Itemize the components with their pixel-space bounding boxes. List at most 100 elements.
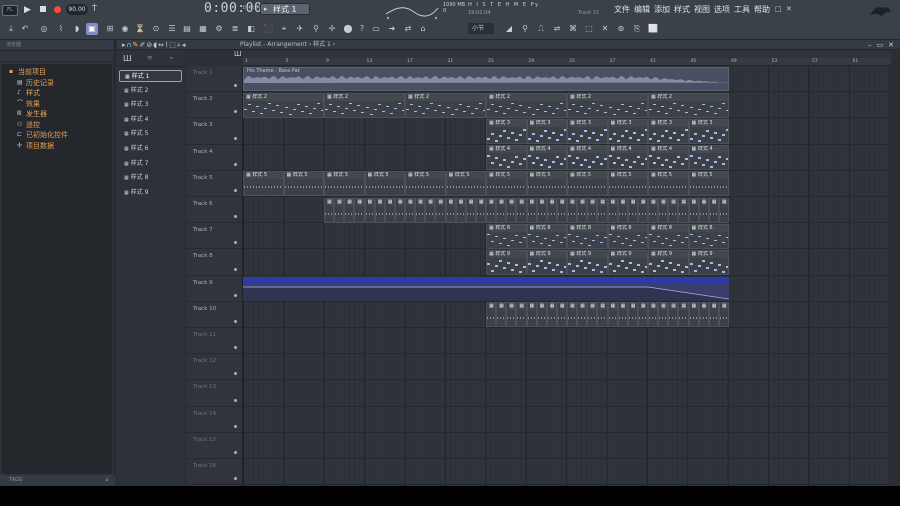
pattern-clip[interactable]: ▦ 样式 4 — [486, 145, 527, 171]
pattern-clip[interactable]: ▦ 样式 10 — [486, 302, 497, 328]
browser-item-8[interactable]: ✢ 项目数据 — [2, 141, 112, 152]
slice-icon[interactable]: ⌇ — [165, 40, 168, 50]
menu-patterns[interactable]: 样式 — [674, 4, 690, 15]
pattern-item[interactable]: ▦ 样式 9 — [119, 187, 182, 199]
browser-item-2[interactable]: ▤ 历史记录 — [2, 78, 112, 89]
piano-roll-icon[interactable]: Ш — [123, 54, 132, 63]
pattern-clip[interactable]: ▦ 样式 5 — [405, 171, 446, 197]
pattern-clip[interactable]: ▦ 样式 6 — [486, 197, 497, 223]
pattern-clip[interactable]: ▦ 样式 6 — [475, 197, 486, 223]
pattern-clip[interactable]: ▦ 样式 3 — [526, 119, 567, 144]
pattern-clip[interactable]: ▦ 样式 6 — [374, 197, 385, 223]
stop-button[interactable] — [36, 4, 49, 17]
pattern-clip[interactable]: ▦ 样式 2 — [567, 92, 648, 118]
track-mute-dot[interactable] — [234, 424, 237, 428]
toolbar-tool-4-icon[interactable]: ⇌ — [551, 23, 563, 35]
channel-rack-icon[interactable]: ▤ — [181, 23, 193, 35]
pattern-clip[interactable]: ▦ 样式 9 — [486, 250, 527, 275]
pattern-item[interactable]: ▦ 样式 1 — [119, 70, 182, 82]
browser-item-1[interactable]: ▪ 当前项目 — [2, 67, 112, 78]
pattern-clip[interactable]: ▦ 样式 5 — [445, 171, 486, 197]
pattern-clip[interactable]: ▦ 样式 9 — [526, 250, 567, 275]
playlist-icon[interactable]: ≣ — [229, 23, 241, 35]
pattern-clip[interactable]: ▦ 样式 10 — [506, 302, 517, 328]
pattern-clip[interactable]: ▦ 样式 6 — [516, 197, 527, 223]
loop-icon[interactable]: ➜ — [386, 23, 398, 35]
pattern-clip[interactable]: ▦ 样式 6 — [445, 197, 456, 223]
time-marker-bar[interactable]: Ш — [234, 50, 891, 58]
browser-item-5[interactable]: Ⅲ 发生器 — [2, 109, 112, 120]
track-mute-dot[interactable] — [234, 188, 237, 192]
pattern-clip[interactable]: ▦ 样式 8 — [648, 223, 689, 249]
waveform-icon[interactable]: ⌇ — [55, 23, 67, 35]
download-icon[interactable]: ⤓ — [5, 23, 17, 35]
pattern-clip[interactable]: ▦ 样式 5 — [243, 171, 284, 197]
pattern-clip[interactable]: ▦ 样式 5 — [688, 171, 729, 197]
track-mute-dot[interactable] — [234, 110, 237, 114]
pattern-clip[interactable]: ▦ 样式 6 — [394, 197, 405, 223]
mixer-icon[interactable]: ☰ — [166, 23, 178, 35]
automation-icon[interactable]: ⌁ — [169, 54, 173, 62]
pattern-clip[interactable]: ▦ 样式 6 — [627, 197, 638, 223]
pattern-clip[interactable]: ▦ 样式 6 — [455, 197, 466, 223]
track-lane[interactable] — [243, 380, 891, 407]
toolbar-tool-1-icon[interactable]: ◢ — [503, 23, 515, 35]
snap-icon[interactable]: Ш — [234, 50, 242, 58]
fl-logo[interactable]: FL — [2, 5, 18, 16]
pattern-clip[interactable]: ▦ 样式 4 — [688, 145, 729, 171]
playlist-close-icon[interactable]: ✕ — [888, 40, 894, 50]
pattern-clip[interactable]: ▦ 样式 6 — [384, 197, 395, 223]
pattern-clip[interactable]: ▦ 样式 6 — [496, 197, 507, 223]
menu-edit[interactable]: 编辑 — [634, 4, 650, 15]
pattern-item[interactable]: ▦ 样式 6 — [119, 143, 182, 155]
pattern-clip[interactable]: ▦ 样式 10 — [708, 302, 719, 328]
loop-icon[interactable]: ▣ — [86, 23, 98, 35]
vertical-scrollbar[interactable] — [891, 51, 900, 486]
play-button[interactable]: ▶ — [21, 4, 34, 17]
pattern-clip[interactable]: ▦ 样式 6 — [708, 197, 719, 223]
minimize-icon[interactable]: – — [763, 5, 767, 13]
pattern-clip[interactable]: ▦ 样式 10 — [496, 302, 507, 328]
snap-selector[interactable]: 小节 — [468, 23, 494, 34]
track-lane[interactable] — [243, 354, 891, 381]
track-header[interactable]: Track 8 — [187, 249, 243, 276]
pattern-clip[interactable]: ▦ 样式 3 — [486, 119, 527, 144]
pattern-clip[interactable]: ▦ 样式 10 — [698, 302, 709, 328]
track-header[interactable]: Track 9 — [187, 276, 243, 302]
track-lane[interactable] — [243, 459, 891, 486]
track-mute-dot[interactable] — [234, 346, 237, 350]
pattern-clip[interactable]: ▦ 样式 5 — [607, 171, 648, 197]
pattern-item[interactable]: ▦ 样式 8 — [119, 172, 182, 184]
pattern-clip[interactable]: ▦ 样式 4 — [567, 145, 608, 171]
pattern-clip[interactable]: ▦ 样式 10 — [567, 302, 578, 328]
pattern-item[interactable]: ▦ 样式 4 — [119, 114, 182, 126]
pattern-clip[interactable]: ▦ 样式 3 — [688, 119, 729, 144]
delete-icon[interactable]: ⊘ — [146, 40, 152, 50]
pattern-clip[interactable]: ▦ 样式 2 — [486, 92, 567, 118]
link-icon[interactable]: ⌖ — [278, 23, 290, 35]
pattern-clip[interactable]: ▦ 样式 9 — [567, 250, 608, 275]
pattern-clip[interactable]: ▦ 样式 10 — [658, 302, 669, 328]
record-button[interactable]: ● — [51, 4, 64, 17]
maximize-icon[interactable]: □ — [775, 5, 782, 13]
pattern-clip[interactable]: ▦ 样式 4 — [648, 145, 689, 171]
pattern-clip[interactable]: ▦ 样式 10 — [607, 302, 618, 328]
audio-clip[interactable]: His Theme - Bass Pat — [243, 67, 729, 91]
menu-view[interactable]: 视图 — [694, 4, 710, 15]
playlist-minimize-icon[interactable]: – — [868, 40, 872, 50]
zoom-icon[interactable]: ⌕ — [177, 40, 181, 50]
pattern-clip[interactable]: ▦ 样式 10 — [688, 302, 699, 328]
countdown-icon[interactable]: ⌂ — [417, 23, 429, 35]
magnet-icon[interactable]: ∩ — [127, 40, 132, 50]
toolbar-tool-8-icon[interactable]: ⊛ — [615, 23, 627, 35]
recording-icon[interactable]: ⇄ — [402, 23, 414, 35]
search-icon[interactable]: ⌕ — [105, 475, 109, 486]
track-lane[interactable] — [243, 328, 891, 355]
pattern-clip[interactable]: ▦ 样式 10 — [617, 302, 628, 328]
track-mute-dot[interactable] — [234, 241, 237, 245]
pattern-clip[interactable]: ▦ 样式 5 — [648, 171, 689, 197]
undo-icon[interactable]: ✢ — [326, 23, 338, 35]
pattern-clip[interactable]: ▦ 样式 8 — [567, 223, 608, 249]
mute-icon[interactable]: ◖ — [153, 40, 157, 50]
track-mute-dot[interactable] — [234, 450, 237, 454]
